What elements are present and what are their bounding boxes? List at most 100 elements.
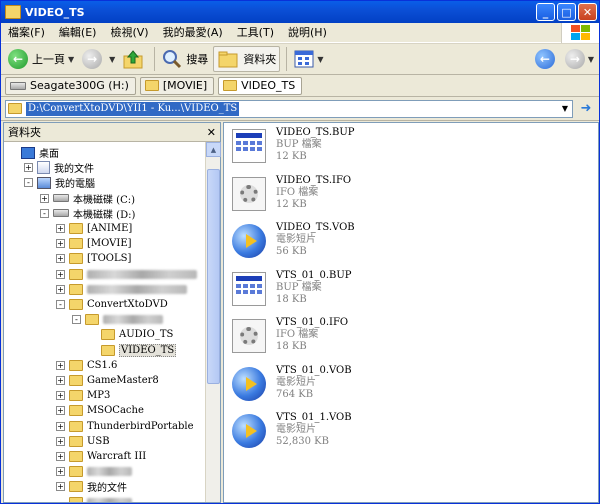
expand-icon[interactable]: + — [56, 376, 65, 385]
tree-item[interactable]: + — [56, 464, 132, 479]
tree-item[interactable]: + 我的文件 — [24, 160, 94, 175]
menu-favorites[interactable]: 我的最愛(A) — [156, 23, 230, 43]
expand-icon[interactable]: + — [56, 391, 65, 401]
scroll-thumb[interactable] — [207, 169, 220, 384]
tree-item[interactable]: + CS1.6 — [56, 358, 117, 373]
nav-forward-button[interactable]: → ▼ — [562, 46, 597, 72]
tree-item[interactable]: + 我的文件 — [56, 479, 127, 494]
expand-icon[interactable]: + — [56, 406, 65, 416]
file-size: 56 KB — [276, 246, 307, 257]
tree-item[interactable]: VIDEO_TS — [88, 343, 177, 358]
tree-item[interactable]: - 本機磁碟 (D:) — [40, 206, 135, 221]
expand-icon[interactable]: + — [56, 452, 65, 461]
file-details: VTS_01_0.BUP BUP 檔案 18 KB — [276, 268, 352, 306]
expand-icon[interactable]: + — [56, 436, 65, 446]
close-button[interactable]: ✕ — [578, 3, 597, 21]
tab-bar: Seagate300G (H:) [MOVIE] VIDEO_TS — [1, 75, 599, 97]
folder-tree: 桌面 + 我的文件 - 我的電腦 + 本機磁碟 (C:) - 本機磁碟 (D:) + [ANIME]… — [4, 142, 206, 502]
toolbar-separator — [286, 47, 288, 71]
collapse-icon[interactable]: - — [56, 300, 65, 309]
menu-view[interactable]: 檢視(V) — [103, 23, 155, 43]
tree-item[interactable]: + MSOCache — [56, 403, 144, 418]
tree-item[interactable]: + [MOVIE] — [56, 236, 132, 251]
folders-pane-header: 資料夾 ✕ — [4, 123, 220, 142]
file-item[interactable]: VIDEO_TS.VOB 電影短片 56 KB — [232, 220, 355, 266]
expand-icon[interactable]: + — [24, 163, 33, 173]
expand-icon[interactable]: + — [56, 239, 65, 249]
expand-icon[interactable]: + — [56, 254, 65, 264]
menu-help[interactable]: 說明(H) — [281, 23, 334, 43]
vertical-scrollbar[interactable]: ▲ — [205, 142, 221, 502]
maximize-button[interactable]: □ — [557, 3, 576, 21]
tree-item[interactable]: + [TOOLS] — [56, 251, 131, 266]
file-item[interactable]: VTS_01_0.IFO IFO 檔案 18 KB — [232, 315, 348, 361]
close-icon[interactable]: ✕ — [207, 126, 216, 139]
tree-item[interactable]: + GameMaster8 — [56, 373, 159, 388]
menu-edit[interactable]: 編輯(E) — [52, 23, 104, 43]
collapse-icon[interactable]: - — [72, 315, 81, 325]
chevron-down-icon[interactable]: ▼ — [558, 101, 572, 117]
tree-item[interactable]: + ThunderbirdPortable — [56, 419, 194, 434]
address-input[interactable]: D:\ConvertXtoDVD\YII1 - Ku...\VIDEO_TS ▼ — [5, 99, 573, 118]
file-item[interactable]: VIDEO_TS.BUP BUP 檔案 12 KB — [232, 125, 355, 171]
expand-icon[interactable]: + — [56, 269, 65, 279]
up-folder-button[interactable] — [120, 46, 148, 72]
minimize-button[interactable]: _ — [536, 3, 555, 21]
tree-item[interactable]: 桌面 — [8, 145, 59, 160]
tree-item[interactable] — [56, 495, 132, 502]
back-button[interactable]: ← 上一頁 ▼ — [5, 46, 77, 72]
nav-back-button[interactable]: ← — [532, 46, 562, 72]
tree-item-label: Warcraft III — [87, 451, 147, 462]
file-details: VTS_01_1.VOB 電影短片 52,830 KB — [276, 410, 352, 448]
back-arrow-icon: ← — [8, 49, 28, 69]
file-item[interactable]: VTS_01_0.BUP BUP 檔案 18 KB — [232, 268, 352, 314]
file-size: 52,830 KB — [276, 436, 329, 447]
file-item[interactable]: VTS_01_0.VOB 電影短片 764 KB — [232, 363, 352, 409]
expand-icon[interactable]: + — [40, 193, 49, 203]
menu-file[interactable]: 檔案(F) — [1, 23, 52, 43]
menu-tools[interactable]: 工具(T) — [230, 23, 281, 43]
tree-item[interactable]: - — [72, 312, 163, 327]
tab-label: VIDEO_TS — [241, 79, 296, 92]
expand-icon[interactable]: + — [56, 482, 65, 492]
file-item[interactable]: VTS_01_1.VOB 電影短片 52,830 KB — [232, 410, 352, 456]
tree-item[interactable]: + — [56, 282, 187, 297]
go-button[interactable]: ➜ — [577, 100, 595, 118]
tree-item-label: USB — [87, 435, 110, 447]
expand-icon[interactable]: + — [56, 467, 65, 477]
tab-item[interactable]: [MOVIE] — [139, 76, 215, 95]
expand-icon[interactable]: + — [56, 284, 65, 294]
tree-item[interactable]: + — [56, 267, 197, 282]
collapse-icon[interactable]: - — [40, 208, 49, 218]
expand-icon[interactable]: + — [56, 360, 65, 370]
collapse-icon[interactable]: - — [24, 178, 33, 188]
tree-item[interactable]: AUDIO_TS — [88, 327, 173, 342]
folder-icon — [69, 283, 83, 295]
tree-item[interactable]: + 本機磁碟 (C:) — [40, 191, 135, 206]
chevron-down-icon: ▼ — [109, 54, 116, 64]
folders-button[interactable]: 資料夾 — [213, 46, 281, 72]
tree-item[interactable]: - ConvertXtoDVD — [56, 297, 168, 312]
tree-item[interactable]: + MP3 — [56, 388, 110, 403]
tree-item[interactable]: + USB — [56, 434, 110, 449]
search-button[interactable]: 搜尋 — [159, 46, 211, 72]
file-size: 12 KB — [276, 198, 307, 210]
tab-item[interactable]: VIDEO_TS — [218, 76, 303, 95]
scroll-up-icon[interactable]: ▲ — [206, 142, 221, 157]
file-item[interactable]: VIDEO_TS.IFO IFO 檔案 12 KB — [232, 173, 351, 219]
tab-item[interactable]: Seagate300G (H:) — [5, 76, 136, 95]
tree-item[interactable]: + Warcraft III — [56, 449, 146, 464]
expand-icon[interactable]: + — [56, 421, 65, 431]
folder-icon — [101, 329, 115, 341]
tab-label: [MOVIE] — [162, 79, 208, 92]
forward-button[interactable]: → ▼ — [79, 46, 118, 72]
tree-item[interactable]: - 我的電腦 — [24, 175, 95, 190]
tree-item[interactable]: + [ANIME] — [56, 221, 132, 236]
tree-item-label: VIDEO_TS — [119, 343, 177, 357]
title-bar[interactable]: VIDEO_TS _ □ ✕ — [1, 1, 599, 23]
menu-bar: 檔案(F) 編輯(E) 檢視(V) 我的最愛(A) 工具(T) 說明(H) — [1, 23, 599, 43]
folders-icon — [218, 51, 238, 68]
file-size: 12 KB — [276, 151, 307, 162]
expand-icon[interactable]: + — [56, 224, 65, 233]
views-button[interactable]: ▼ — [291, 46, 326, 72]
